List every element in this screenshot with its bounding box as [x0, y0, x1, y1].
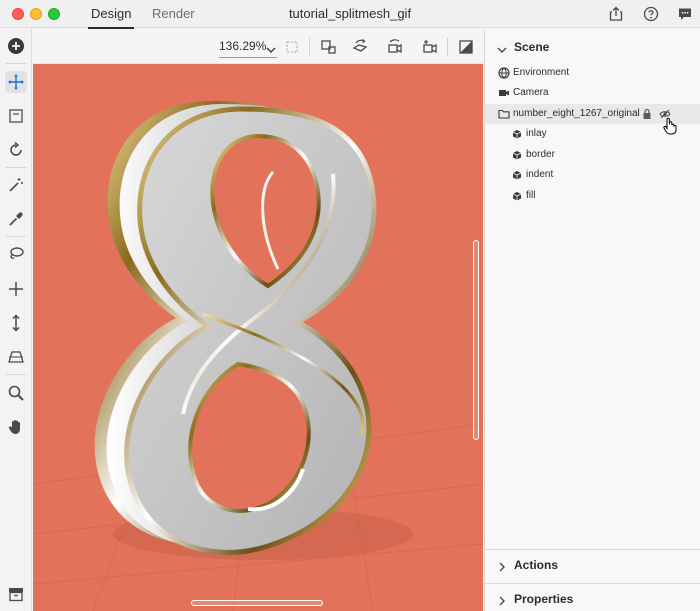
scene-item-fill[interactable]: fill [485, 186, 700, 206]
tab-design[interactable]: Design [87, 6, 135, 29]
close-window-button[interactable] [12, 8, 24, 20]
pan-move-icon[interactable] [5, 278, 27, 300]
scene-item-camera[interactable]: Camera [485, 83, 700, 103]
rotate-object-icon[interactable] [351, 38, 369, 56]
tab-render[interactable]: Render [152, 6, 195, 21]
app-window: Design Render tutorial_splitmesh_gif 136… [0, 0, 700, 611]
number-eight-model[interactable] [33, 64, 483, 611]
camera-icon[interactable] [421, 38, 439, 56]
lock-icon[interactable] [641, 108, 653, 120]
actions-section[interactable]: Actions [485, 549, 700, 577]
globe-icon [498, 67, 510, 79]
frame-select-icon[interactable] [5, 105, 27, 127]
camera-orbit-icon[interactable] [386, 38, 404, 56]
dolly-icon[interactable] [5, 312, 27, 334]
eyedropper-icon[interactable] [5, 208, 27, 230]
chevron-right-icon[interactable] [498, 593, 506, 611]
cube-icon [511, 149, 523, 161]
zoom-icon[interactable] [5, 382, 27, 404]
actions-section-label: Actions [514, 558, 559, 572]
hand-icon[interactable] [5, 416, 27, 438]
lasso-icon[interactable] [5, 243, 27, 265]
transform-icon[interactable] [320, 38, 338, 56]
viewport-canvas[interactable] [33, 64, 483, 611]
left-toolbar [0, 29, 32, 611]
library-icon[interactable] [5, 583, 27, 605]
scene-item-label: Camera [513, 87, 549, 98]
scene-item-border[interactable]: border [485, 145, 700, 165]
cube-icon [511, 169, 523, 181]
fit-view-icon[interactable] [283, 38, 301, 56]
scene-item-environment[interactable]: Environment [485, 63, 700, 83]
scene-panel-title: Scene [514, 40, 550, 54]
scene-item-indent[interactable]: indent [485, 165, 700, 185]
vertical-scrollbar[interactable] [473, 240, 479, 440]
title-bar: Design Render tutorial_splitmesh_gif [0, 0, 700, 29]
minimize-window-button[interactable] [30, 8, 42, 20]
cube-icon [511, 190, 523, 202]
scene-item-label: Environment [513, 67, 570, 78]
chevron-down-icon[interactable] [497, 41, 507, 59]
scene-item-label: indent [526, 169, 554, 180]
zoom-level[interactable]: 136.29% [219, 39, 266, 53]
orbit-icon[interactable] [5, 139, 27, 161]
scene-panel-header[interactable]: Scene [485, 29, 700, 63]
scene-item-label: number_eight_1267_original [513, 108, 640, 119]
camera-icon [498, 87, 510, 99]
viewport-header: 136.29% [33, 29, 483, 64]
comment-icon[interactable] [676, 5, 694, 23]
properties-section-label: Properties [514, 592, 574, 606]
share-icon[interactable] [607, 5, 625, 23]
magic-wand-icon[interactable] [5, 174, 27, 196]
perspective-icon[interactable] [5, 346, 27, 368]
hand-pointer-cursor-icon [663, 117, 677, 140]
properties-section[interactable]: Properties [485, 583, 700, 611]
maximize-window-button[interactable] [48, 8, 60, 20]
horizontal-scrollbar[interactable] [191, 600, 323, 606]
help-icon[interactable] [642, 5, 660, 23]
cube-icon [511, 128, 523, 140]
scene-item-label: border [526, 149, 555, 160]
ground-plane-icon[interactable] [457, 38, 475, 56]
scene-item-label: inlay [526, 128, 547, 139]
add-icon[interactable] [5, 35, 27, 57]
scene-item-label: fill [526, 190, 536, 201]
folder-icon [498, 108, 510, 120]
chevron-right-icon[interactable] [498, 559, 506, 577]
select-move-icon[interactable] [5, 71, 27, 93]
